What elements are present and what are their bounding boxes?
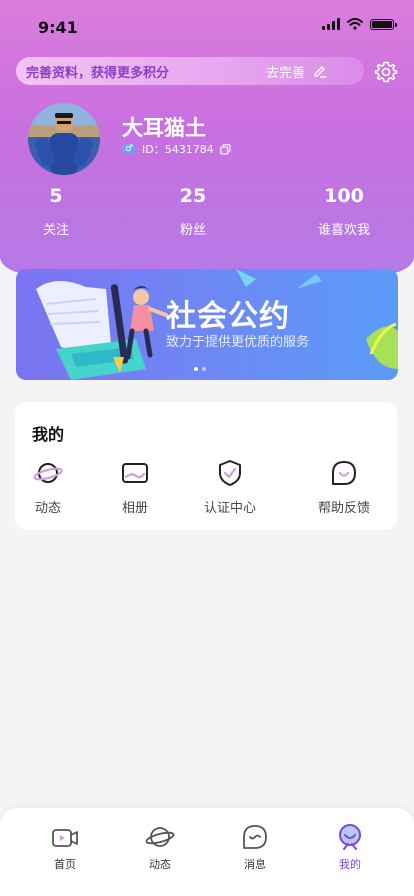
settings-gear-icon[interactable]: [374, 60, 398, 84]
tab-mine[interactable]: 我的: [310, 822, 390, 872]
complete-profile-label: 去完善: [266, 65, 306, 81]
promo-subtitle: 致力于提供更优质的服务: [166, 335, 310, 350]
tab-messages-label: 消息: [244, 858, 266, 871]
carousel-dot[interactable]: [202, 367, 206, 371]
tab-messages[interactable]: 消息: [215, 822, 295, 872]
my-section-card: 我的 动态 相册 认证中心 帮助反馈: [15, 402, 397, 530]
stat-likes[interactable]: 100 谁喜欢我: [299, 185, 389, 238]
copy-icon[interactable]: [219, 143, 231, 155]
promo-banner[interactable]: 社会公约 致力于提供更优质的服务: [16, 269, 398, 380]
username: 大耳猫土: [122, 116, 206, 140]
cellular-signal-icon: [322, 18, 340, 30]
stat-followers-label: 粉丝: [179, 223, 206, 238]
carousel-dots: [194, 367, 206, 371]
stat-likes-label: 谁喜欢我: [317, 223, 370, 238]
tab-home[interactable]: 首页: [25, 822, 105, 872]
pencil-icon: [314, 66, 327, 78]
my-item-moments-label: 动态: [34, 501, 61, 516]
message-icon: [243, 825, 267, 849]
chat-bubble-icon: [332, 461, 356, 485]
stat-followers-value: 25: [179, 185, 207, 207]
shield-check-icon: [219, 460, 241, 486]
status-bar: 9:41: [0, 0, 414, 52]
promo-title: 社会公约: [166, 299, 290, 334]
stat-following-label: 关注: [42, 223, 69, 238]
my-item-help-feedback[interactable]: 帮助反馈: [299, 458, 389, 516]
my-item-help-feedback-label: 帮助反馈: [317, 501, 370, 516]
tab-moments-label: 动态: [149, 858, 171, 871]
bottom-tab-bar: 首页 动态 消息 我的: [0, 808, 414, 896]
video-icon: [52, 829, 78, 847]
banner-text: 完善资料，获得更多积分: [26, 65, 170, 81]
tab-home-label: 首页: [54, 858, 76, 871]
tab-moments[interactable]: 动态: [120, 822, 200, 872]
planet-icon: [145, 827, 175, 847]
my-item-verification[interactable]: 认证中心: [190, 458, 270, 516]
status-time: 9:41: [38, 18, 78, 37]
tab-mine-label: 我的: [339, 858, 361, 871]
my-item-verification-label: 认证中心: [203, 501, 256, 516]
planet-icon: [33, 463, 63, 483]
complete-profile-link[interactable]: 去完善: [266, 62, 327, 81]
my-item-moments[interactable]: 动态: [8, 458, 88, 516]
status-icons: [322, 18, 397, 30]
my-section-title: 我的: [32, 425, 65, 444]
avatar[interactable]: [28, 103, 100, 175]
avatar-image: [28, 103, 100, 175]
complete-profile-banner[interactable]: 完善资料，获得更多积分 去完善: [16, 57, 364, 85]
stats-row: 5 关注 25 粉丝 100 谁喜欢我: [0, 185, 414, 245]
my-item-album[interactable]: 相册: [95, 458, 175, 516]
wifi-icon: [347, 18, 363, 30]
album-icon: [122, 463, 148, 483]
carousel-dot-active[interactable]: [194, 367, 198, 371]
gender-male-icon: ♂: [122, 144, 136, 154]
stat-following[interactable]: 5 关注: [16, 185, 96, 238]
battery-icon: [370, 18, 397, 30]
user-id: ID：5431784: [142, 143, 214, 156]
my-item-album-label: 相册: [121, 501, 148, 516]
profile-icon: [339, 824, 361, 850]
stat-followers[interactable]: 25 粉丝: [153, 185, 233, 238]
stat-following-value: 5: [49, 185, 63, 207]
stat-likes-value: 100: [324, 185, 364, 207]
user-id-row: ♂ ID：5431784: [122, 141, 231, 157]
